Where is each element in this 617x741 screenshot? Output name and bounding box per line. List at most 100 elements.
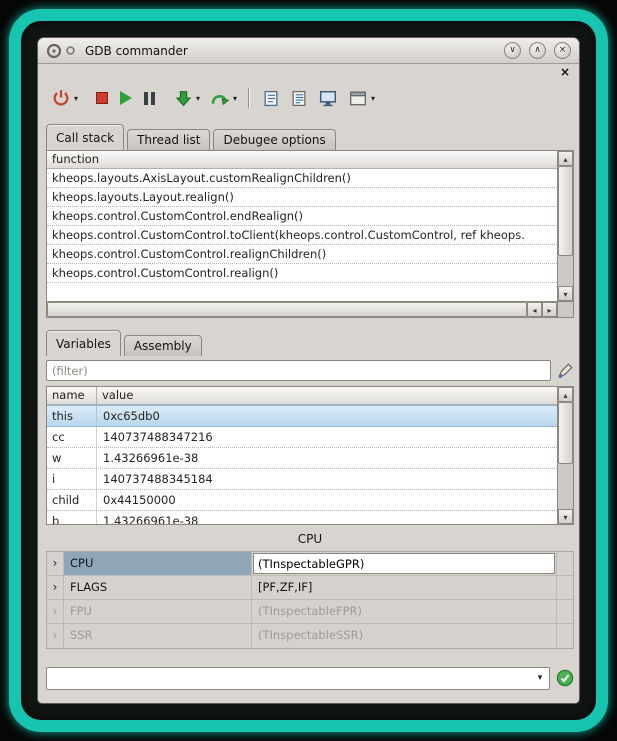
- close-button[interactable]: ×: [554, 42, 571, 59]
- accept-icon[interactable]: [556, 669, 574, 687]
- window-title: GDB commander: [85, 44, 188, 58]
- cpu-row-value: [252, 552, 557, 575]
- variable-value: 140737488347216: [97, 427, 557, 447]
- play-icon: [120, 91, 132, 105]
- tab-variables[interactable]: Variables: [46, 330, 121, 356]
- call-stack-list: function kheops.layouts.AxisLayout.custo…: [47, 151, 557, 301]
- top-tab-bar: Call stack Thread list Debugee options: [46, 124, 339, 150]
- call-stack-row[interactable]: kheops.layouts.AxisLayout.customRealignC…: [47, 169, 557, 188]
- maximize-button[interactable]: ∧: [529, 42, 546, 59]
- cpu-row[interactable]: › CPU: [47, 552, 573, 576]
- variables-vertical-scrollbar[interactable]: ▴ ▾: [557, 387, 573, 524]
- step-dropdown-arrow[interactable]: ▾: [196, 94, 200, 103]
- dock-close-button[interactable]: ×: [560, 65, 570, 79]
- variable-name: w: [47, 448, 97, 468]
- step-button[interactable]: [173, 86, 194, 110]
- step-over-dropdown-arrow[interactable]: ▾: [233, 94, 237, 103]
- cpu-row-value: (TInspectableSSR): [252, 624, 557, 648]
- expander-icon[interactable]: ›: [47, 576, 64, 599]
- cpu-row[interactable]: › FLAGS [PF,ZF,IF]: [47, 576, 573, 600]
- expander-icon[interactable]: ›: [47, 624, 64, 648]
- run-button[interactable]: [118, 86, 134, 110]
- variable-name: child: [47, 490, 97, 510]
- cpu-row-name: FPU: [64, 600, 252, 623]
- cpu-row-spacer: [557, 624, 573, 648]
- scroll-thumb[interactable]: [47, 302, 527, 317]
- command-row: ▾: [46, 666, 574, 690]
- call-stack-row[interactable]: kheops.control.CustomControl.toClient(kh…: [47, 226, 557, 245]
- variable-row[interactable]: i 140737488345184: [47, 469, 557, 490]
- scroll-thumb[interactable]: [558, 402, 573, 464]
- cpu-value-editor[interactable]: [253, 553, 555, 574]
- cpu-row-name: SSR: [64, 624, 252, 648]
- target-window-button[interactable]: [347, 86, 369, 110]
- scroll-thumb[interactable]: [558, 166, 573, 256]
- source-doc-button[interactable]: [261, 86, 281, 110]
- filter-input[interactable]: [46, 360, 551, 381]
- tab-call-stack[interactable]: Call stack: [46, 124, 124, 150]
- cpu-inspector: CPU › CPU › FLAGS [PF,ZF,IF]: [46, 532, 574, 649]
- combo-dropdown-arrow[interactable]: ▾: [531, 668, 549, 689]
- scroll-up-arrow[interactable]: ▴: [558, 387, 573, 402]
- variables-header-row: name value: [47, 387, 557, 405]
- call-stack-row[interactable]: kheops.layouts.Layout.realign(): [47, 188, 557, 207]
- desktop-background: GDB commander ∨ ∧ × × ▾: [0, 0, 617, 741]
- variable-name: b: [47, 511, 97, 524]
- tab-assembly[interactable]: Assembly: [124, 335, 202, 356]
- tab-thread-list[interactable]: Thread list: [127, 129, 210, 150]
- variable-value: 0xc65db0: [97, 406, 557, 426]
- filter-row: [46, 360, 574, 381]
- scroll-down-arrow[interactable]: ▾: [558, 509, 573, 524]
- cpu-row-name: FLAGS: [64, 576, 252, 599]
- call-stack-row[interactable]: kheops.control.CustomControl.endRealign(…: [47, 207, 557, 226]
- scroll-left-arrow[interactable]: ◂: [527, 302, 542, 317]
- call-stack-vertical-scrollbar[interactable]: ▴ ▾: [557, 151, 573, 301]
- name-column-header[interactable]: name: [47, 387, 97, 404]
- variable-row[interactable]: w 1.43266961e-38: [47, 448, 557, 469]
- tab-debugee-options[interactable]: Debugee options: [213, 129, 335, 150]
- minimize-button[interactable]: ∨: [504, 42, 521, 59]
- toolbar: ▾ ▾ ▾: [50, 84, 375, 112]
- cpu-row-value: (TInspectableFPR): [252, 600, 557, 623]
- list-document-icon: [291, 90, 307, 107]
- expander-icon[interactable]: ›: [47, 600, 64, 623]
- scroll-up-arrow[interactable]: ▴: [558, 151, 573, 166]
- variable-row[interactable]: this 0xc65db0: [47, 405, 557, 427]
- pause-button[interactable]: [142, 86, 157, 110]
- power-dropdown-arrow[interactable]: ▾: [74, 94, 78, 103]
- gdb-commander-window: GDB commander ∨ ∧ × × ▾: [37, 37, 580, 704]
- cpu-row-name: CPU: [64, 552, 252, 575]
- document-icon: [263, 90, 279, 107]
- titlebar[interactable]: GDB commander ∨ ∧ ×: [38, 38, 579, 64]
- expander-icon[interactable]: ›: [47, 552, 64, 575]
- power-button[interactable]: [50, 86, 72, 110]
- step-over-button[interactable]: [208, 86, 231, 110]
- command-input[interactable]: [47, 668, 531, 689]
- filter-edit-icon[interactable]: [556, 362, 574, 380]
- listing-doc-button[interactable]: [289, 86, 309, 110]
- stop-button[interactable]: [94, 86, 110, 110]
- target-window-dropdown-arrow[interactable]: ▾: [371, 94, 375, 103]
- value-column-header[interactable]: value: [97, 387, 557, 404]
- cpu-row-spacer: [557, 576, 573, 599]
- client-area: × ▾ ▾: [38, 64, 579, 703]
- variable-row[interactable]: cc 140737488347216: [47, 427, 557, 448]
- call-stack-row[interactable]: kheops.control.CustomControl.realign(): [47, 264, 557, 283]
- call-stack-column-header[interactable]: function: [47, 151, 557, 169]
- app-badge-icon: [66, 46, 75, 55]
- window-icon: [349, 90, 367, 107]
- variable-value: 140737488345184: [97, 469, 557, 489]
- call-stack-horizontal-scrollbar[interactable]: ◂ ▸: [47, 301, 573, 317]
- scroll-down-arrow[interactable]: ▾: [558, 286, 573, 301]
- cpu-row[interactable]: › FPU (TInspectableFPR): [47, 600, 573, 624]
- cpu-row[interactable]: › SSR (TInspectableSSR): [47, 624, 573, 648]
- variable-value: 1.43266961e-38: [97, 448, 557, 468]
- call-stack-panel: function kheops.layouts.AxisLayout.custo…: [46, 150, 574, 318]
- variable-row[interactable]: b 1.43266961e-38: [47, 511, 557, 524]
- variables-table: name value this 0xc65db0 cc 140737488347…: [47, 387, 557, 524]
- command-combobox[interactable]: ▾: [46, 667, 550, 690]
- debug-console-button[interactable]: [317, 86, 339, 110]
- variable-row[interactable]: child 0x44150000: [47, 490, 557, 511]
- call-stack-row[interactable]: kheops.control.CustomControl.realignChil…: [47, 245, 557, 264]
- scroll-right-arrow[interactable]: ▸: [542, 302, 557, 317]
